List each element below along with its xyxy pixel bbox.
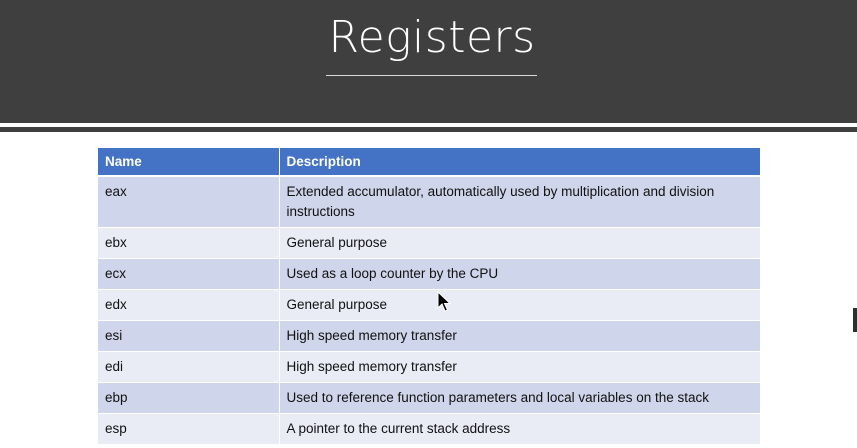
register-name: esp: [98, 413, 280, 445]
table-row: ebp Used to reference function parameter…: [98, 382, 760, 414]
register-name: esi: [98, 320, 280, 352]
header-divider: [0, 127, 857, 132]
slide-header: Registers: [0, 0, 857, 123]
table-row: esi High speed memory transfer: [98, 320, 760, 352]
register-description: High speed memory transfer: [279, 351, 760, 383]
register-name: eax: [98, 176, 280, 228]
register-name: ebp: [98, 382, 280, 414]
register-name: edx: [98, 289, 280, 321]
table-row: ebx General purpose: [98, 227, 760, 259]
register-description: High speed memory transfer: [279, 320, 760, 352]
title-underline: [326, 75, 537, 76]
register-name: ebx: [98, 227, 280, 259]
table-row: edi High speed memory transfer: [98, 351, 760, 383]
registers-table: Name Description eax Extended accumulato…: [98, 148, 760, 445]
register-description: General purpose: [279, 289, 760, 321]
table-row: ecx Used as a loop counter by the CPU: [98, 258, 760, 290]
table-row: esp A pointer to the current stack addre…: [98, 413, 760, 445]
register-description: Used to reference function parameters an…: [279, 382, 760, 414]
register-name: ecx: [98, 258, 280, 290]
table-row: edx General purpose: [98, 289, 760, 321]
register-description: Used as a loop counter by the CPU: [279, 258, 760, 290]
column-header-name: Name: [98, 148, 280, 177]
slide-title: Registers: [328, 12, 536, 63]
mouse-pointer-icon: [437, 291, 451, 312]
table-header-row: Name Description: [98, 148, 760, 177]
register-description: A pointer to the current stack address: [279, 413, 760, 445]
register-description: Extended accumulator, automatically used…: [279, 176, 760, 228]
register-description: General purpose: [279, 227, 760, 259]
register-name: edi: [98, 351, 280, 383]
table-row: eax Extended accumulator, automatically …: [98, 176, 760, 228]
column-header-description: Description: [279, 148, 760, 177]
window-edge-mark: [853, 308, 857, 332]
